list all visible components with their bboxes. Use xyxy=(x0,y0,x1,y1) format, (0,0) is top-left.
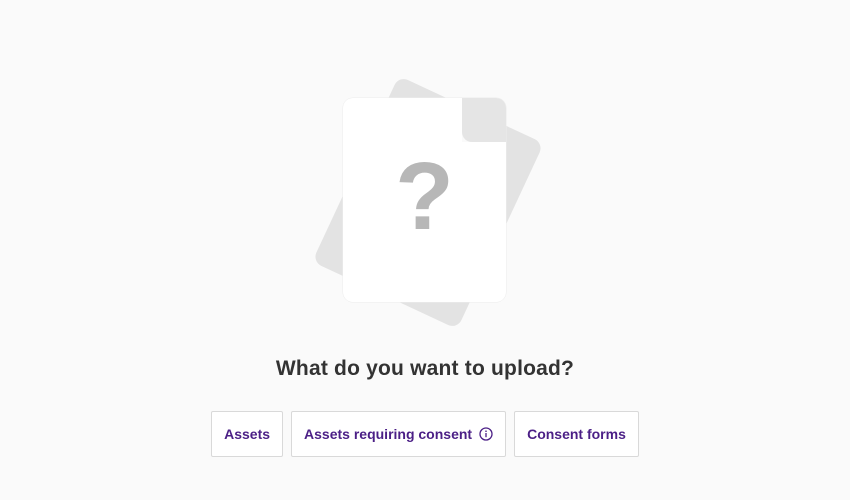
question-mark-icon: ? xyxy=(395,143,454,250)
unknown-file-illustration: ? xyxy=(300,70,550,335)
document-fold-corner xyxy=(462,98,506,142)
assets-requiring-consent-option-label: Assets requiring consent xyxy=(304,426,473,442)
upload-empty-state: ? What do you want to upload? Assets Ass… xyxy=(0,0,850,500)
front-document-shape: ? xyxy=(343,98,506,302)
assets-option-button[interactable]: Assets xyxy=(211,411,284,457)
consent-forms-option-label: Consent forms xyxy=(527,426,626,442)
assets-option-label: Assets xyxy=(224,426,271,442)
info-icon[interactable] xyxy=(478,427,493,442)
upload-type-options: Assets Assets requiring consent Consent … xyxy=(0,411,850,457)
assets-requiring-consent-option-button[interactable]: Assets requiring consent xyxy=(291,411,507,457)
upload-prompt-title: What do you want to upload? xyxy=(275,357,575,380)
consent-forms-option-button[interactable]: Consent forms xyxy=(514,411,639,457)
